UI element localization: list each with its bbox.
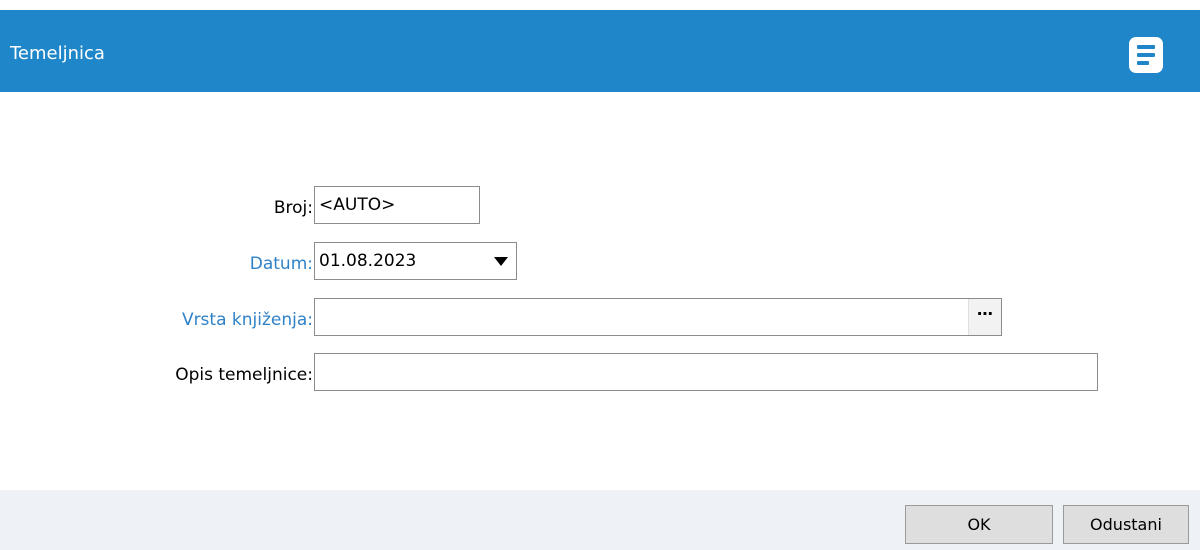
ok-button[interactable]: OK — [905, 505, 1053, 544]
vrsta-label[interactable]: Vrsta knjiženja: — [182, 309, 313, 331]
vrsta-field[interactable]: ⋯ — [314, 298, 1002, 336]
datum-label[interactable]: Datum: — [250, 253, 313, 275]
document-list-icon-line — [1137, 61, 1149, 65]
dialog-footer: OK Odustani — [0, 490, 1200, 550]
opis-field[interactable] — [314, 353, 1098, 391]
broj-label: Broj: — [273, 198, 313, 218]
chevron-down-icon[interactable] — [494, 257, 508, 266]
dialog-title: Temeljnica — [10, 43, 105, 64]
broj-field[interactable]: <AUTO> — [314, 186, 480, 224]
document-list-icon-line — [1137, 53, 1155, 57]
cancel-button[interactable]: Odustani — [1063, 505, 1189, 544]
menu-button[interactable] — [1129, 37, 1163, 73]
dialog-header: Temeljnica — [0, 10, 1200, 92]
document-list-icon — [1137, 45, 1155, 49]
broj-value: <AUTO> — [319, 195, 396, 215]
datum-field[interactable]: 01.08.2023 — [314, 242, 517, 280]
opis-label: Opis temeljnice: — [175, 365, 313, 385]
datum-value: 01.08.2023 — [319, 251, 417, 271]
ellipsis-icon[interactable]: ⋯ — [968, 299, 1001, 335]
